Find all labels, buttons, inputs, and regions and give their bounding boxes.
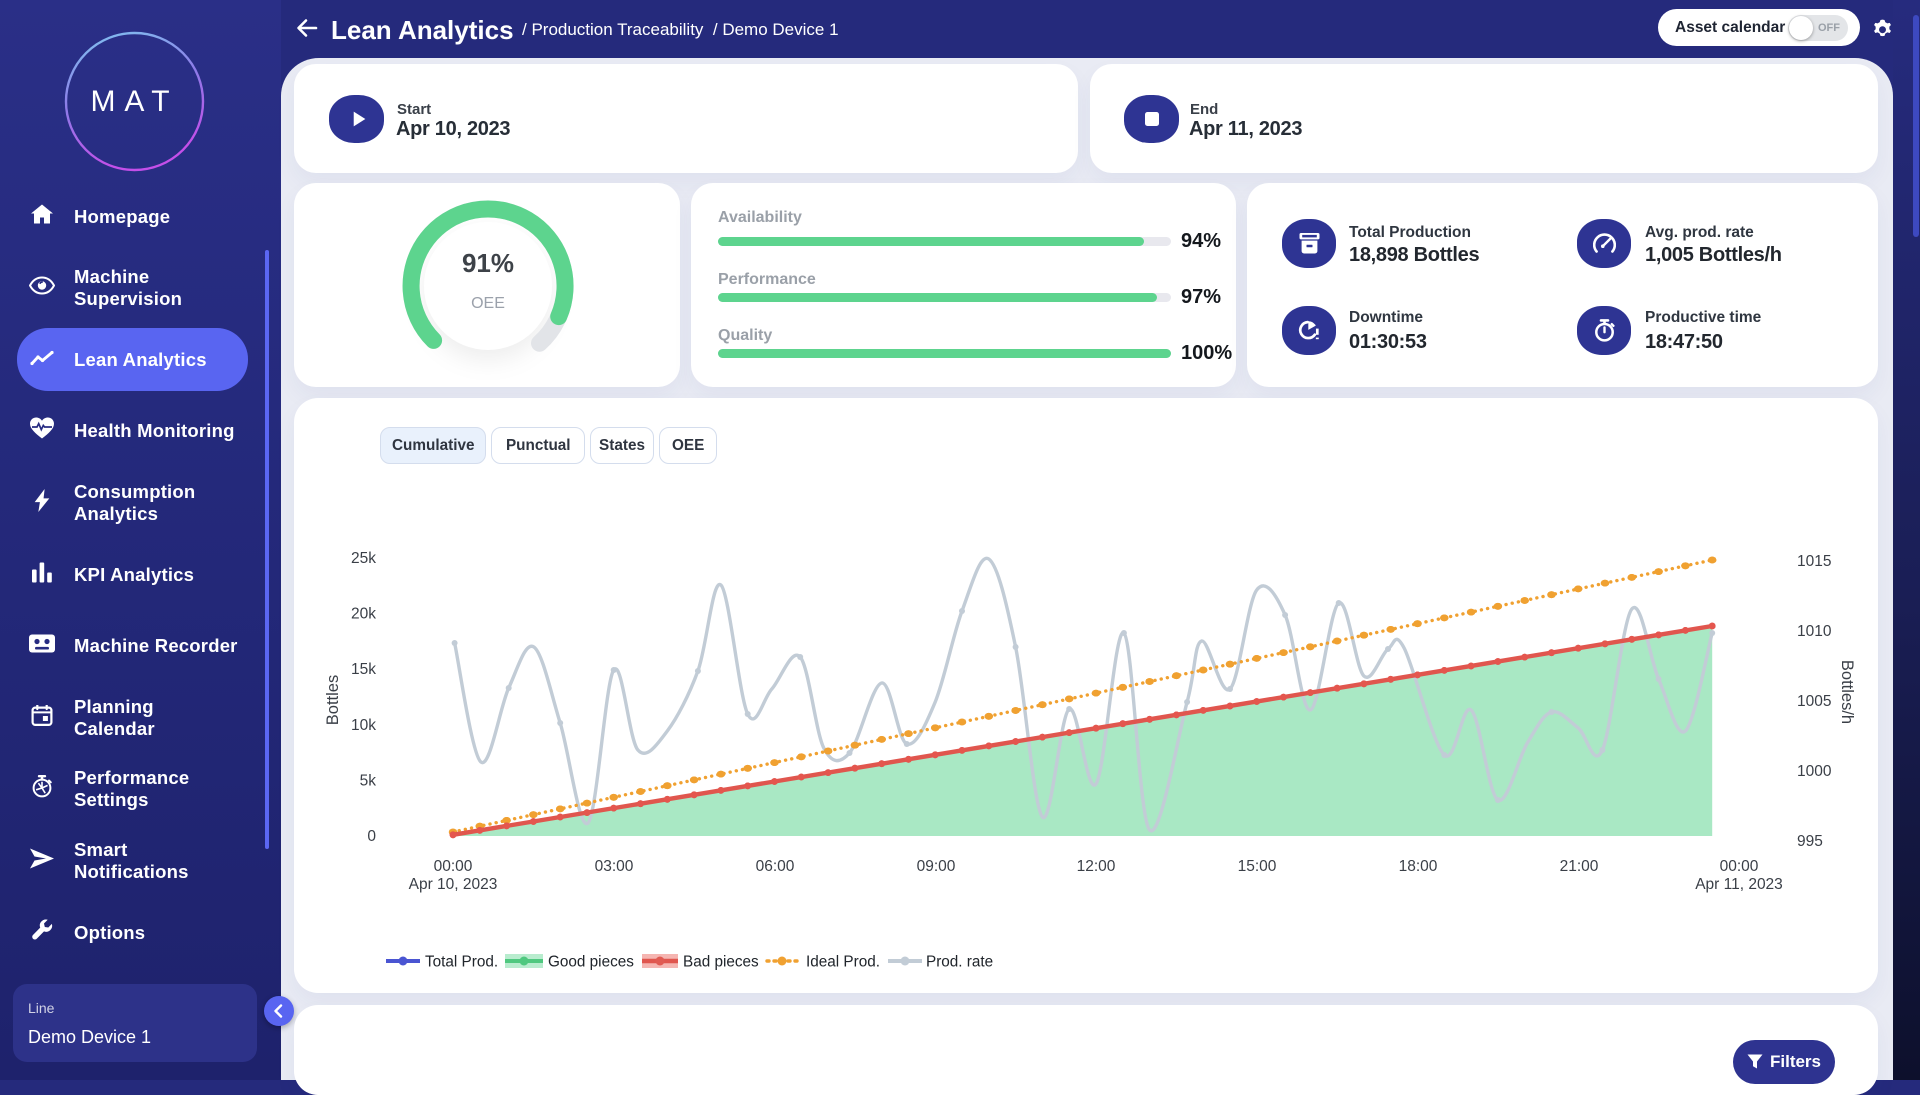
- svg-text:03:00: 03:00: [595, 858, 634, 875]
- svg-text:18:00: 18:00: [1399, 858, 1438, 875]
- svg-text:1010: 1010: [1797, 623, 1832, 640]
- svg-text:21:00: 21:00: [1560, 858, 1599, 875]
- svg-text:Bottles: Bottles: [324, 675, 342, 725]
- svg-text:1015: 1015: [1797, 553, 1831, 570]
- svg-text:1005: 1005: [1797, 693, 1831, 710]
- svg-text:00:00: 00:00: [434, 858, 473, 875]
- svg-text:Apr 11, 2023: Apr 11, 2023: [1695, 876, 1783, 893]
- svg-text:12:00: 12:00: [1077, 858, 1116, 875]
- svg-text:5k: 5k: [360, 772, 377, 789]
- svg-text:0: 0: [367, 828, 376, 845]
- svg-text:Total Prod.: Total Prod.: [425, 954, 498, 971]
- svg-text:25k: 25k: [351, 550, 376, 567]
- svg-text:09:00: 09:00: [917, 858, 956, 875]
- svg-text:Bottles/h: Bottles/h: [1838, 660, 1856, 724]
- svg-text:Apr 10, 2023: Apr 10, 2023: [409, 876, 498, 893]
- svg-text:Prod. rate: Prod. rate: [926, 954, 993, 971]
- svg-text:Bad pieces: Bad pieces: [683, 954, 759, 971]
- svg-text:20k: 20k: [351, 606, 376, 623]
- svg-text:10k: 10k: [351, 717, 376, 734]
- svg-text:06:00: 06:00: [756, 858, 795, 875]
- svg-text:1000: 1000: [1797, 763, 1832, 780]
- svg-text:00:00: 00:00: [1720, 858, 1759, 875]
- svg-text:995: 995: [1797, 833, 1823, 850]
- svg-text:15:00: 15:00: [1238, 858, 1277, 875]
- svg-text:15k: 15k: [351, 661, 376, 678]
- svg-text:Ideal Prod.: Ideal Prod.: [806, 954, 880, 971]
- svg-text:Good pieces: Good pieces: [548, 954, 634, 971]
